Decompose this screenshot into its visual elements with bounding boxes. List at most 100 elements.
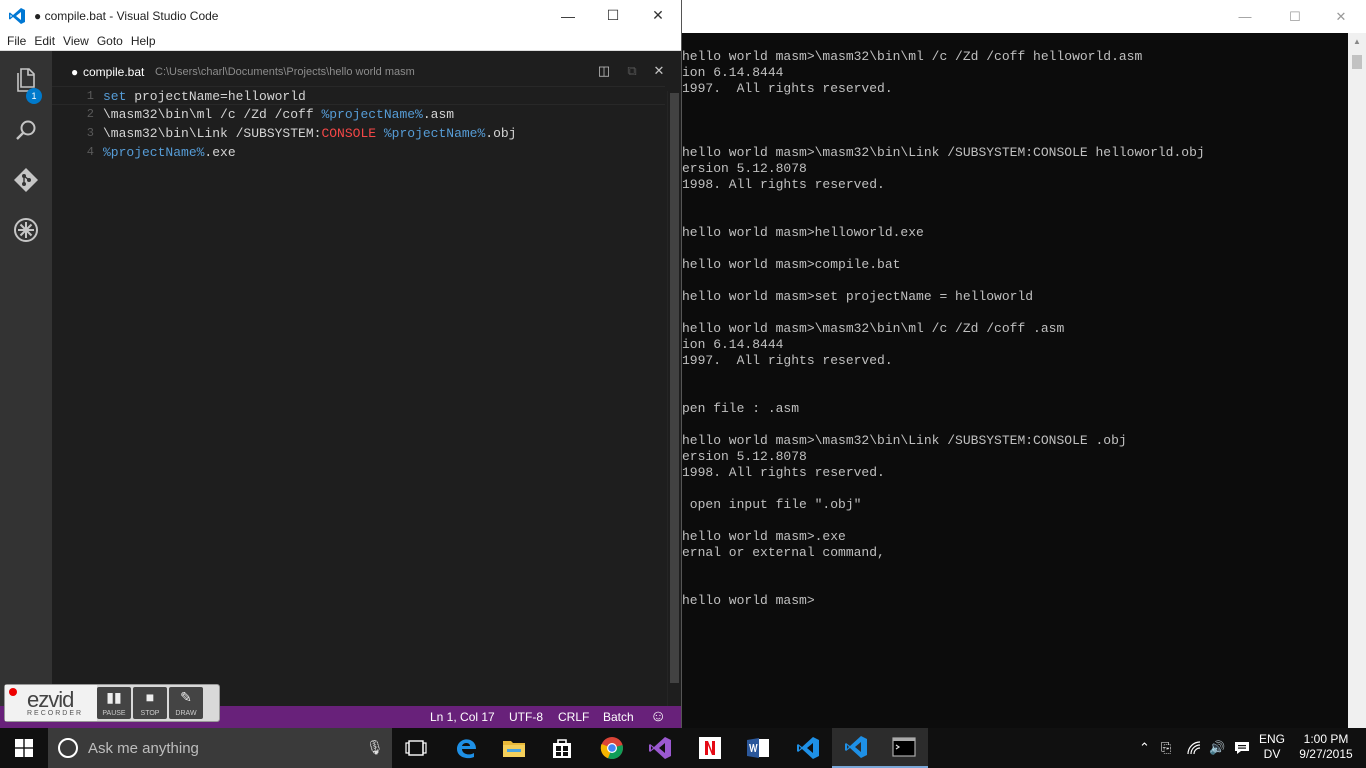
ezvid-recorder-widget[interactable]: ezvid RECORDER ▮▮ PAUSE ■ STOP ✎ DRAW [4,684,220,722]
code-editor[interactable]: 1 set projectName=helloworld 2 \masm32\bin\… [52,86,665,706]
system-clock[interactable]: 1:00 PM 9/27/2015 [1294,732,1358,762]
code-token: %projectName% [321,107,423,122]
menu-file[interactable]: File [3,34,30,48]
store-bag-icon [553,739,571,758]
taskbar-visual-studio[interactable] [636,728,684,768]
console-line: open input file ".obj" [682,497,862,512]
ezvid-draw-button[interactable]: ✎ DRAW [169,687,203,719]
console-minimize-button[interactable]: — [1222,0,1268,33]
vscode-active-taskbar-icon [845,736,867,758]
taskbar-chrome[interactable] [588,728,636,768]
taskbar-vscode-1[interactable] [784,728,832,768]
code-token: %projectName% [383,126,486,141]
console-line: hello world masm>.exe [682,529,846,544]
console-titlebar[interactable]: — ☐ ✕ [682,0,1366,33]
editor-scrollbar[interactable] [667,91,681,706]
explorer-badge: 1 [26,88,42,104]
code-line[interactable]: 3 \masm32\bin\Link /SUBSYSTEM:CONSOLE %pr… [52,124,665,143]
console-line: pen file : .asm [682,401,800,416]
vscode-taskbar-icon [797,737,819,759]
action-center-icon[interactable] [1234,728,1250,768]
taskbar-netflix[interactable] [686,728,734,768]
console-line: ersion 5.12.8078 [682,161,807,176]
status-eol[interactable]: CRLF [558,706,589,728]
task-view-icon [405,740,427,756]
console-maximize-button[interactable]: ☐ [1272,0,1318,33]
console-output[interactable]: hello world masm>\masm32\bin\ml /c /Zd /… [682,33,1348,728]
wifi-icon[interactable] [1186,728,1202,768]
console-scroll-thumb[interactable] [1352,55,1362,69]
taskbar-command-prompt[interactable] [880,728,928,768]
language-code: ENG [1258,732,1285,746]
line-number: 1 [86,89,94,103]
vscode-titlebar[interactable]: ● compile.bat - Visual Studio Code — ☐ ✕ [0,0,681,31]
close-button[interactable]: ✕ [635,0,681,31]
code-token: %projectName% [103,145,205,160]
device-icon[interactable]: ⎘ [1161,728,1171,768]
search-placeholder: Ask me anything [88,740,199,757]
editor-area[interactable]: ● compile.bat C:\Users\charl\Documents\P… [52,51,681,706]
menu-edit[interactable]: Edit [30,34,59,48]
volume-icon[interactable]: 🔊 [1209,728,1225,768]
console-line: hello world masm>\masm32\bin\ml /c /Zd /… [682,49,1143,64]
tab-filename[interactable]: compile.bat [83,65,144,79]
status-cursor-position[interactable]: Ln 1, Col 17 [430,706,495,728]
close-editor-icon[interactable]: ✕ [650,62,668,80]
task-view-button[interactable] [392,728,440,768]
show-hidden-icons-chevron-icon[interactable]: ⌃ [1139,728,1150,768]
console-close-button[interactable]: ✕ [1318,0,1364,33]
input-language[interactable]: ENG DV [1258,732,1286,762]
cortana-search-box[interactable]: Ask me anything 🎙 [48,728,392,768]
console-line: hello world masm>helloworld.exe [682,225,924,240]
word-icon [747,738,769,758]
netflix-icon [699,737,721,759]
code-token: \masm32\bin\Link /SUBSYSTEM: [103,126,322,141]
window-title: ● compile.bat - Visual Studio Code [34,8,219,23]
taskbar-edge[interactable] [442,728,490,768]
cortana-icon [58,738,78,758]
ezvid-pause-button[interactable]: ▮▮ PAUSE [97,687,131,719]
console-window[interactable]: — ☐ ✕ hello world masm>\masm32\bin\ml /c… [682,0,1366,728]
menu-goto[interactable]: Goto [93,34,127,48]
menu-view[interactable]: View [59,34,93,48]
activity-search[interactable] [0,107,52,153]
console-line: hello world masm>compile.bat [682,257,901,272]
code-text: %projectName%.exe [103,143,236,162]
taskbar-file-explorer[interactable] [490,728,538,768]
activity-debug[interactable] [0,207,52,253]
activity-explorer[interactable]: 1 [0,57,52,104]
taskbar-word[interactable] [734,728,782,768]
microphone-icon[interactable]: 🎙 [366,739,384,756]
taskbar-store[interactable] [538,728,586,768]
windows-logo-icon [15,739,33,757]
pause-label: PAUSE [102,710,126,717]
notification-icon [1235,742,1249,754]
console-scrollbar[interactable]: ▲ [1348,33,1366,728]
unsaved-dot-icon: ● [71,65,79,79]
menu-help[interactable]: Help [127,34,160,48]
maximize-button[interactable]: ☐ [590,0,636,31]
draw-label: DRAW [175,710,197,717]
edge-browser-icon [457,739,476,759]
taskbar-vscode-2[interactable] [832,728,880,768]
split-editor-icon[interactable]: ◫ [595,62,613,80]
minimize-button[interactable]: — [545,0,591,31]
start-button[interactable] [0,728,48,768]
activity-git[interactable] [0,157,52,203]
code-line[interactable]: 1 set projectName=helloworld [52,86,665,105]
code-line[interactable]: 4 %projectName%.exe [52,143,665,162]
open-changes-icon[interactable]: ⧉ [623,62,641,80]
status-encoding[interactable]: UTF-8 [509,706,543,728]
feedback-smiley-icon[interactable]: ☺ [650,706,666,728]
code-line[interactable]: 2 \masm32\bin\ml /c /Zd /coff %projectNam… [52,105,665,124]
tab-path: C:\Users\charl\Documents\Projects\hello … [155,66,415,78]
console-line: 1998. All rights reserved. [682,465,885,480]
code-text: \masm32\bin\ml /c /Zd /coff %projectName… [103,105,454,124]
scroll-up-arrow-icon[interactable]: ▲ [1352,37,1362,47]
code-token: .obj [485,126,517,141]
status-language[interactable]: Batch [603,706,634,728]
editor-scroll-thumb[interactable] [670,93,679,683]
ezvid-stop-button[interactable]: ■ STOP [133,687,167,719]
vscode-window[interactable]: ● compile.bat - Visual Studio Code — ☐ ✕… [0,0,682,728]
